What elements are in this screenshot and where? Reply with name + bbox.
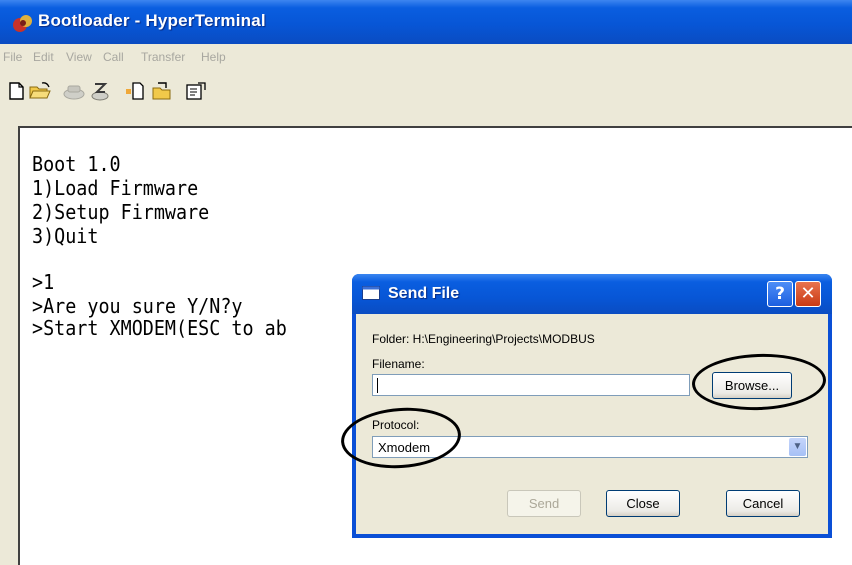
disconnect-icon[interactable] [62,80,86,102]
terminal-line: 3)Quit [32,224,99,248]
window-title: Bootloader - HyperTerminal [38,11,266,30]
open-icon[interactable] [28,80,52,102]
menu-help[interactable]: Help [201,50,226,64]
hyperterminal-app-icon [13,15,32,32]
terminal-line: >Start XMODEM(ESC to ab [32,316,287,340]
send-icon[interactable] [124,80,148,102]
filename-label: Filename: [372,357,425,371]
receive-icon[interactable] [150,80,174,102]
terminal-line: 1)Load Firmware [32,176,199,200]
terminal-line: 2)Setup Firmware [32,200,210,224]
terminal-line: >Are you sure Y/N?y [32,294,243,318]
toolbar [0,74,852,109]
menu-call[interactable]: Call [103,50,124,64]
properties-icon[interactable] [184,80,208,102]
menu-edit[interactable]: Edit [33,50,54,64]
menu-file[interactable]: File [3,50,22,64]
close-button[interactable]: Close [606,490,680,517]
terminal-line: >1 [32,270,55,294]
folder-path: Folder: H:\Engineering\Projects\MODBUS [372,332,595,346]
help-button[interactable]: ? [767,281,793,307]
new-icon[interactable] [4,80,28,102]
dial-icon[interactable] [88,80,112,102]
dialog-title-bar[interactable]: Send File ? ✕ [352,274,832,314]
terminal-line: Boot 1.0 [32,152,121,176]
menu-bar: File Edit View Call Transfer Help [0,44,852,74]
dialog-title: Send File [388,285,460,302]
filename-input[interactable] [372,374,690,396]
menu-view[interactable]: View [66,50,92,64]
send-button[interactable]: Send [507,490,581,517]
menu-transfer[interactable]: Transfer [141,50,185,64]
chevron-down-icon[interactable]: ▼ [789,438,806,456]
close-icon[interactable]: ✕ [795,281,821,307]
dialog-window-icon [362,286,380,300]
text-caret [377,378,378,393]
title-bar[interactable]: Bootloader - HyperTerminal [0,0,852,44]
cancel-button[interactable]: Cancel [726,490,800,517]
